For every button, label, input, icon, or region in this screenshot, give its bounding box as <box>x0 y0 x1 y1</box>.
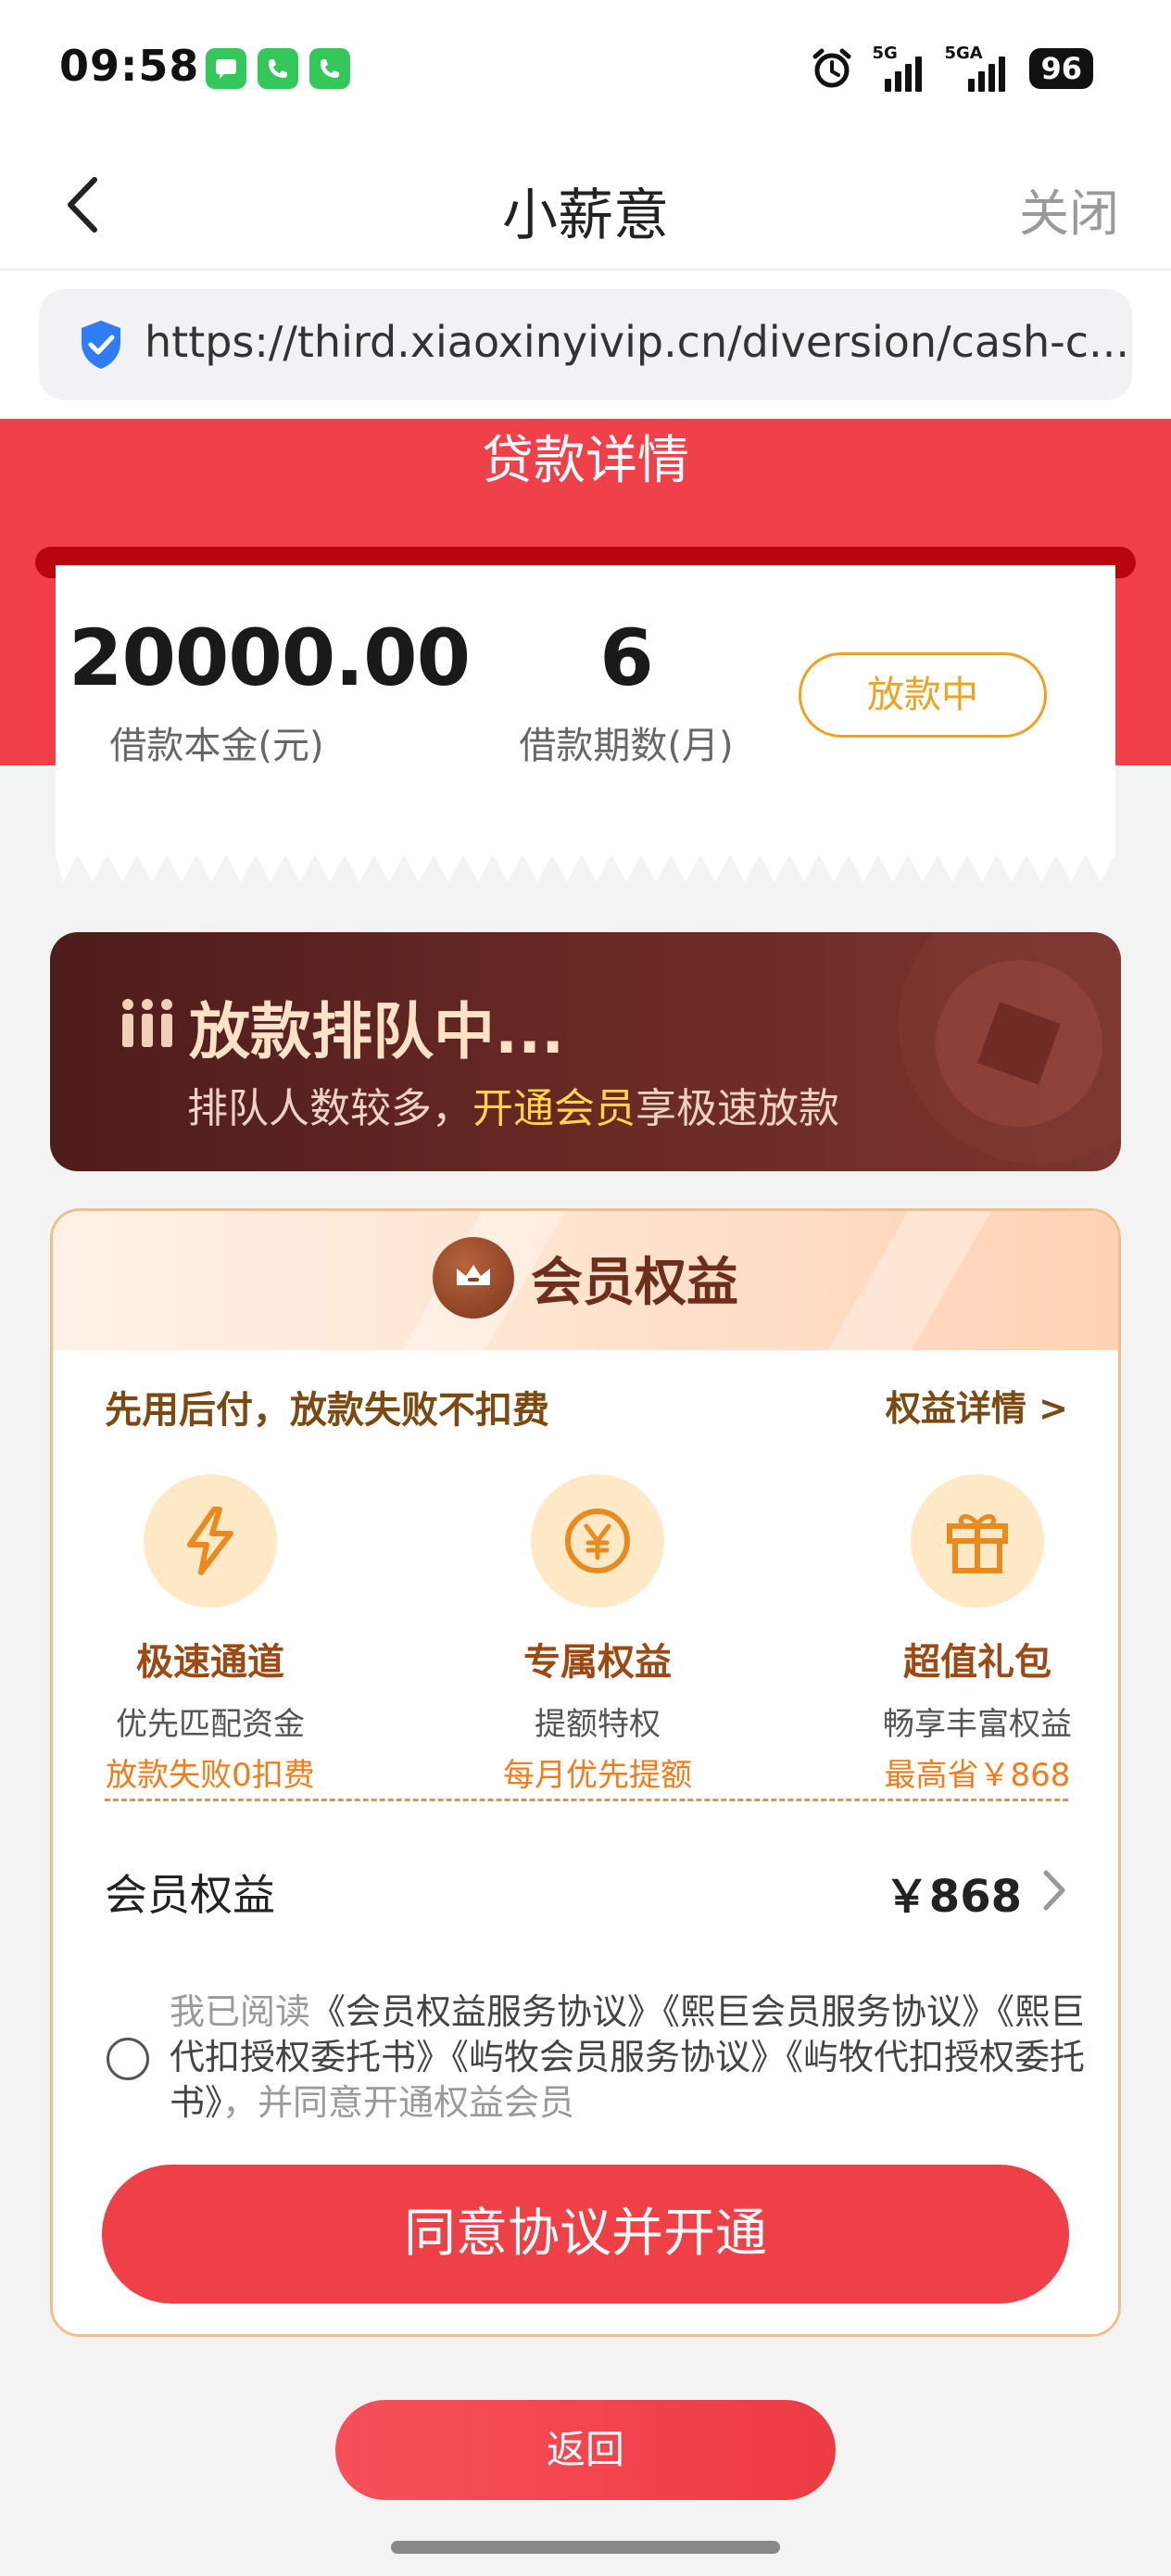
page-title: 小薪意 <box>502 183 669 248</box>
member-header: 会员权益 <box>53 1211 1118 1350</box>
agreement-text: 我已阅读《会员权益服务协议》《熙巨会员服务协议》《熙巨代扣授权委托书》《屿牧会员… <box>170 1989 1087 2126</box>
agreement-radio[interactable] <box>107 2038 149 2080</box>
rights-detail-link[interactable]: 权益详情 > <box>886 1380 1068 1431</box>
url-bar[interactable]: https://third.xiaoxinyivip.cn/diversion/… <box>39 289 1132 400</box>
feature-title: 超值礼包 <box>903 1641 1051 1684</box>
feature-line1: 优先匹配资金 <box>116 1706 305 1743</box>
yen-coin-icon <box>531 1474 664 1608</box>
back-button[interactable]: 返回 <box>335 2400 836 2500</box>
queue-subtitle: 排队人数较多，开通会员享极速放款 <box>187 1075 839 1134</box>
messages-app-icon <box>206 48 246 89</box>
queue-subtitle-prefix: 排队人数较多， <box>187 1085 472 1132</box>
queue-title: 放款排队中... <box>189 996 565 1067</box>
nav-bar: 小薪意 关闭 <box>0 139 1171 271</box>
feature-line1: 提额特权 <box>535 1706 661 1743</box>
feature-title: 专属权益 <box>523 1641 672 1684</box>
loan-section-title: 贷款详情 <box>482 431 689 491</box>
periods-block: 6 借款期数(月) <box>487 619 765 769</box>
gift-icon <box>911 1474 1044 1608</box>
phone-app-icon <box>309 48 350 89</box>
status-time: 09:58 <box>59 41 200 91</box>
agreement-link[interactable]: 《会员权益服务协议》 <box>310 1991 662 2032</box>
feature-line2: 最高省￥868 <box>884 1757 1071 1794</box>
coin-decoration-icon <box>899 932 1121 1164</box>
feature-line2: 每月优先提额 <box>503 1757 692 1794</box>
principal-label: 借款本金(元) <box>109 725 324 767</box>
agreement-suffix: ，并同意开通权益会员 <box>222 2082 575 2123</box>
agreement-link[interactable]: 《屿牧会员服务协议》 <box>451 2037 786 2077</box>
queue-people-icon <box>122 999 172 1047</box>
battery-indicator: 96 <box>1029 48 1093 89</box>
chevron-right-icon[interactable] <box>1040 1867 1068 1913</box>
url-text: https://third.xiaoxinyivip.cn/diversion/… <box>145 317 1129 367</box>
rights-label: 会员权益 <box>105 1870 275 1920</box>
signal-5ga-icon: 5GA <box>944 44 1011 92</box>
periods-value: 6 <box>599 612 653 703</box>
feature-line2: 放款失败0扣费 <box>106 1757 315 1794</box>
agreement-link[interactable]: 《熙巨会员服务协议》 <box>662 1991 997 2032</box>
queue-banner: 放款排队中... 排队人数较多，开通会员享极速放款 <box>50 932 1121 1171</box>
crown-icon <box>433 1237 514 1319</box>
close-button[interactable]: 关闭 <box>1019 172 1119 246</box>
signal-5g-icon: 5G <box>872 44 925 92</box>
home-indicator[interactable] <box>391 2541 780 2554</box>
agreement-prefix: 我已阅读 <box>170 1991 311 2032</box>
divider <box>105 1799 1068 1801</box>
feature-fast-channel: 极速通道 优先匹配资金 放款失败0扣费 <box>71 1474 349 1795</box>
url-bar-container: https://third.xiaoxinyivip.cn/diversion/… <box>0 271 1171 419</box>
feature-title: 极速通道 <box>136 1641 284 1684</box>
agree-activate-button[interactable]: 同意协议并开通 <box>102 2165 1069 2304</box>
feature-line1: 畅享丰富权益 <box>883 1706 1072 1743</box>
shield-check-icon <box>82 321 120 369</box>
loan-card: 20000.00 借款本金(元) 6 借款期数(月) 放款中 <box>56 565 1115 856</box>
rights-price[interactable]: ￥868 <box>885 1860 1022 1925</box>
lightning-icon <box>144 1474 277 1608</box>
feature-exclusive-rights: 专属权益 提额特权 每月优先提额 <box>459 1474 737 1795</box>
status-bar: 09:58 5G 5GA 96 <box>0 0 1171 139</box>
phone-app-icon <box>258 48 298 89</box>
loan-status-badge: 放款中 <box>799 652 1047 738</box>
card-zigzag-edge <box>56 854 1115 882</box>
promo-text: 先用后付，放款失败不扣费 <box>105 1389 549 1432</box>
member-header-title: 会员权益 <box>531 1252 738 1313</box>
feature-gift-pack: 超值礼包 畅享丰富权益 最高省￥868 <box>838 1474 1116 1795</box>
queue-subtitle-highlight: 开通会员 <box>472 1085 636 1132</box>
principal-block: 20000.00 借款本金(元) <box>69 612 471 769</box>
principal-amount: 20000.00 <box>69 612 471 703</box>
alarm-icon <box>812 48 851 88</box>
queue-subtitle-suffix: 享极速放款 <box>636 1085 839 1132</box>
periods-label: 借款期数(月) <box>519 725 734 767</box>
